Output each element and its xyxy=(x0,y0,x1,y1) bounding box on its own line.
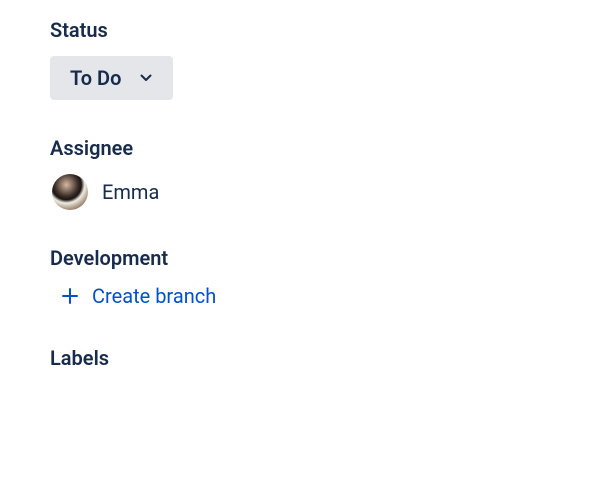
assignee-name: Emma xyxy=(102,180,159,204)
plus-icon xyxy=(60,286,80,306)
create-branch-label: Create branch xyxy=(92,284,216,308)
assignee-section: Assignee Emma xyxy=(50,136,598,210)
status-title: Status xyxy=(50,18,598,42)
status-section: Status To Do xyxy=(50,18,598,100)
development-section: Development Create branch xyxy=(50,246,598,310)
labels-section: Labels xyxy=(50,346,598,370)
status-value: To Do xyxy=(70,66,121,90)
assignee-title: Assignee xyxy=(50,136,598,160)
create-branch-link[interactable]: Create branch xyxy=(50,284,216,308)
chevron-down-icon xyxy=(139,71,153,85)
status-dropdown-button[interactable]: To Do xyxy=(50,56,173,100)
avatar xyxy=(52,174,88,210)
development-title: Development xyxy=(50,246,598,270)
labels-title: Labels xyxy=(50,346,598,370)
assignee-row[interactable]: Emma xyxy=(50,174,598,210)
